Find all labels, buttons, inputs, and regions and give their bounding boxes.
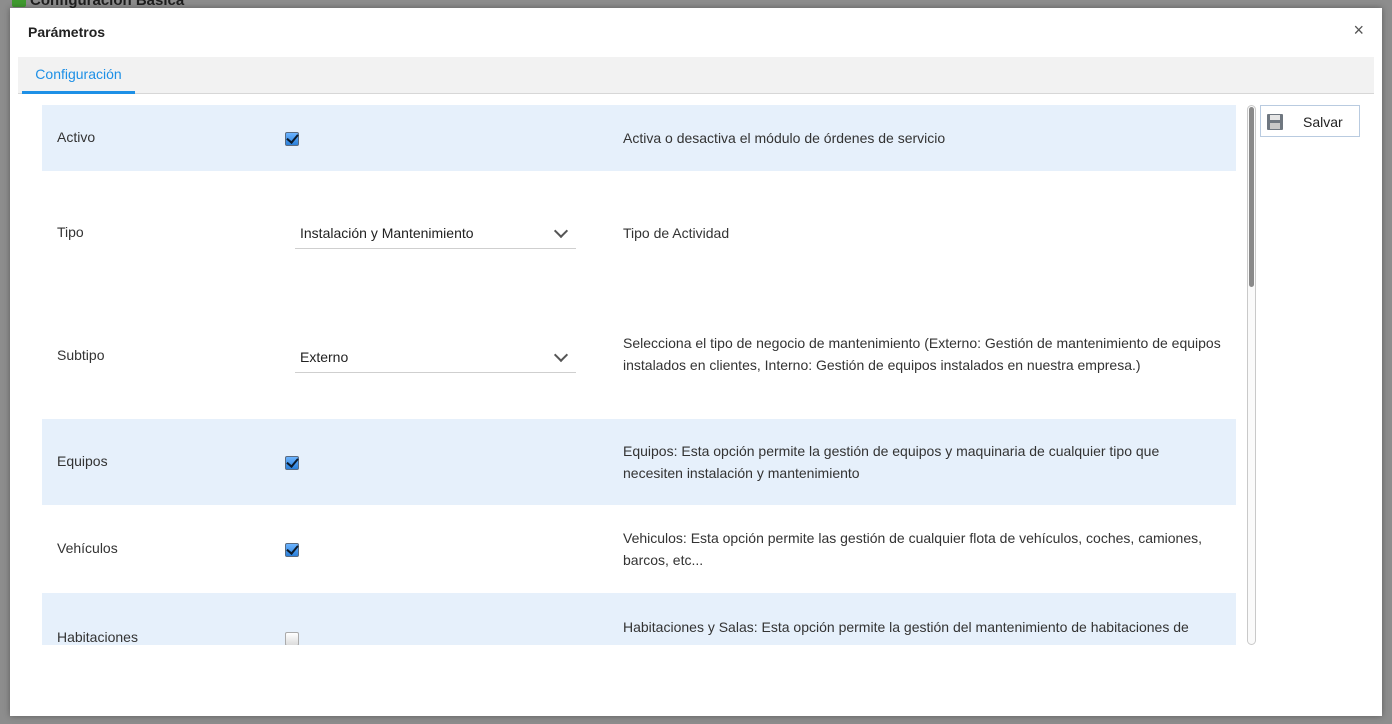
vertical-scrollbar[interactable] bbox=[1247, 105, 1256, 645]
close-icon[interactable]: × bbox=[1353, 20, 1364, 40]
setting-label: Habitaciones bbox=[57, 629, 138, 645]
settings-list: Activo Activa o desactiva el módulo de ó… bbox=[42, 105, 1236, 645]
subtipo-select[interactable]: Externo bbox=[295, 342, 576, 373]
tab-bar: Configuración bbox=[18, 57, 1374, 94]
setting-label: Vehículos bbox=[57, 540, 118, 556]
setting-description: Selecciona el tipo de negocio de manteni… bbox=[623, 335, 1221, 373]
setting-row-activo: Activo Activa o desactiva el módulo de ó… bbox=[42, 105, 1236, 171]
setting-row-vehiculos: Vehículos Vehiculos: Esta opción permite… bbox=[42, 505, 1236, 593]
setting-row-tipo: Tipo Instalación y Mantenimiento Tipo de… bbox=[42, 171, 1236, 295]
chevron-down-icon bbox=[553, 347, 569, 363]
setting-description: Equipos: Esta opción permite la gestión … bbox=[623, 443, 1160, 481]
scrollbar-thumb[interactable] bbox=[1249, 107, 1254, 287]
setting-description: Habitaciones y Salas: Esta opción permit… bbox=[623, 619, 1189, 635]
setting-description: Activa o desactiva el módulo de órdenes … bbox=[623, 130, 946, 146]
dialog-header: Parámetros × bbox=[10, 8, 1382, 56]
activo-checkbox[interactable] bbox=[285, 132, 299, 146]
tipo-select[interactable]: Instalación y Mantenimiento bbox=[295, 218, 576, 249]
equipos-checkbox[interactable] bbox=[285, 456, 299, 470]
setting-row-equipos: Equipos Equipos: Esta opción permite la … bbox=[42, 419, 1236, 505]
setting-description: Vehiculos: Esta opción permite las gesti… bbox=[623, 530, 1202, 568]
habitaciones-checkbox[interactable] bbox=[285, 632, 299, 645]
setting-label: Tipo bbox=[57, 224, 84, 240]
save-button[interactable]: Salvar bbox=[1260, 105, 1360, 137]
chevron-down-icon bbox=[553, 223, 569, 239]
setting-row-subtipo: Subtipo Externo Selecciona el tipo de ne… bbox=[42, 295, 1236, 419]
save-button-label: Salvar bbox=[1303, 114, 1343, 130]
vehiculos-checkbox[interactable] bbox=[285, 543, 299, 557]
setting-label: Equipos bbox=[57, 453, 108, 469]
parameters-dialog: Parámetros × Configuración Activo Activa… bbox=[10, 8, 1382, 716]
check-icon bbox=[12, 0, 26, 7]
setting-row-habitaciones: Habitaciones Habitaciones y Salas: Esta … bbox=[42, 593, 1236, 645]
floppy-disk-icon bbox=[1267, 114, 1283, 130]
dialog-title: Parámetros bbox=[28, 24, 106, 40]
select-value: Externo bbox=[300, 349, 349, 365]
setting-description: Tipo de Actividad bbox=[623, 225, 730, 241]
tab-configuracion[interactable]: Configuración bbox=[22, 57, 135, 94]
setting-label: Activo bbox=[57, 129, 96, 145]
select-value: Instalación y Mantenimiento bbox=[300, 225, 474, 241]
setting-label: Subtipo bbox=[57, 347, 105, 363]
